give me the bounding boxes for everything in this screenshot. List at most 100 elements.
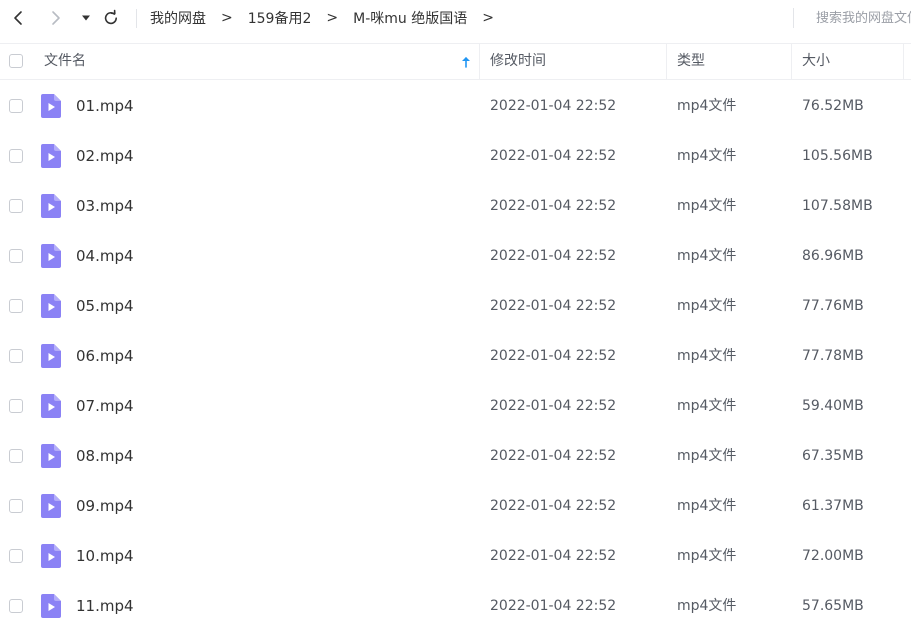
file-size: 105.56MB	[802, 148, 873, 164]
video-file-icon	[41, 394, 61, 418]
caret-down-icon	[82, 15, 90, 21]
file-size: 59.40MB	[802, 398, 864, 414]
video-file-icon	[41, 494, 61, 518]
file-name[interactable]: 09.mp4	[76, 481, 134, 531]
file-name[interactable]: 04.mp4	[76, 231, 134, 281]
breadcrumb-separator: >	[326, 10, 339, 26]
file-type: mp4文件	[677, 498, 737, 514]
file-size: 107.58MB	[802, 198, 873, 214]
refresh-button[interactable]	[100, 6, 122, 30]
arrow-up-icon[interactable]	[460, 55, 472, 69]
file-modified-time: 2022-01-04 22:52	[490, 398, 617, 414]
row-checkbox[interactable]	[9, 299, 23, 313]
file-type: mp4文件	[677, 198, 737, 214]
file-name[interactable]: 02.mp4	[76, 131, 134, 181]
column-divider[interactable]	[479, 44, 480, 79]
file-modified-time: 2022-01-04 22:52	[490, 248, 617, 264]
column-header-type[interactable]: 类型	[677, 44, 705, 79]
file-modified-time: 2022-01-04 22:52	[490, 548, 617, 564]
back-button[interactable]	[8, 6, 28, 30]
row-checkbox[interactable]	[9, 549, 23, 563]
file-type: mp4文件	[677, 548, 737, 564]
video-file-icon	[41, 94, 61, 118]
file-row[interactable]: 05.mp4 2022-01-04 22:52 mp4文件 77.76MB	[0, 281, 911, 331]
file-name[interactable]: 03.mp4	[76, 181, 134, 231]
video-file-icon	[41, 194, 61, 218]
video-file-icon	[41, 344, 61, 368]
file-modified-time: 2022-01-04 22:52	[490, 498, 617, 514]
file-size: 86.96MB	[802, 248, 864, 264]
history-dropdown-button[interactable]	[78, 6, 94, 30]
file-modified-time: 2022-01-04 22:52	[490, 98, 617, 114]
file-type: mp4文件	[677, 148, 737, 164]
row-checkbox[interactable]	[9, 449, 23, 463]
file-size: 61.37MB	[802, 498, 864, 514]
file-name[interactable]: 06.mp4	[76, 331, 134, 381]
toolbar-divider	[136, 9, 137, 28]
video-file-icon	[41, 144, 61, 168]
toolbar: 我的网盘 > 159备用2 > M-咪mu 绝版国语 >	[0, 0, 911, 36]
file-modified-time: 2022-01-04 22:52	[490, 298, 617, 314]
file-type: mp4文件	[677, 98, 737, 114]
row-checkbox[interactable]	[9, 249, 23, 263]
file-type: mp4文件	[677, 398, 737, 414]
video-file-icon	[41, 594, 61, 618]
file-type: mp4文件	[677, 348, 737, 364]
file-name[interactable]: 10.mp4	[76, 531, 134, 581]
breadcrumb-item-current[interactable]: M-咪mu 绝版国语	[353, 8, 467, 28]
video-file-icon	[41, 244, 61, 268]
row-checkbox[interactable]	[9, 349, 23, 363]
row-checkbox[interactable]	[9, 599, 23, 613]
file-row[interactable]: 06.mp4 2022-01-04 22:52 mp4文件 77.78MB	[0, 331, 911, 381]
file-name[interactable]: 08.mp4	[76, 431, 134, 481]
file-size: 77.78MB	[802, 348, 864, 364]
row-checkbox[interactable]	[9, 399, 23, 413]
column-divider[interactable]	[903, 44, 904, 79]
file-row[interactable]: 09.mp4 2022-01-04 22:52 mp4文件 61.37MB	[0, 481, 911, 531]
video-file-icon	[41, 294, 61, 318]
file-type: mp4文件	[677, 298, 737, 314]
breadcrumb-item-folder[interactable]: 159备用2	[248, 8, 312, 28]
column-divider[interactable]	[666, 44, 667, 79]
file-name[interactable]: 05.mp4	[76, 281, 134, 331]
column-header-modified[interactable]: 修改时间	[490, 44, 546, 79]
file-list: 01.mp4 2022-01-04 22:52 mp4文件 76.52MB 02…	[0, 81, 911, 631]
file-size: 72.00MB	[802, 548, 864, 564]
file-modified-time: 2022-01-04 22:52	[490, 148, 617, 164]
file-size: 77.76MB	[802, 298, 864, 314]
file-row[interactable]: 04.mp4 2022-01-04 22:52 mp4文件 86.96MB	[0, 231, 911, 281]
column-header-size[interactable]: 大小	[802, 44, 830, 79]
file-name[interactable]: 01.mp4	[76, 81, 134, 131]
file-name[interactable]: 07.mp4	[76, 381, 134, 431]
file-row[interactable]: 10.mp4 2022-01-04 22:52 mp4文件 72.00MB	[0, 531, 911, 581]
breadcrumb-item-root[interactable]: 我的网盘	[150, 8, 206, 28]
file-row[interactable]: 01.mp4 2022-01-04 22:52 mp4文件 76.52MB	[0, 81, 911, 131]
file-modified-time: 2022-01-04 22:52	[490, 448, 617, 464]
chevron-left-icon	[14, 11, 22, 25]
search-divider	[793, 8, 794, 28]
file-row[interactable]: 02.mp4 2022-01-04 22:52 mp4文件 105.56MB	[0, 131, 911, 181]
video-file-icon	[41, 444, 61, 468]
column-header-name[interactable]: 文件名	[44, 44, 86, 79]
column-divider[interactable]	[791, 44, 792, 79]
row-checkbox[interactable]	[9, 199, 23, 213]
row-checkbox[interactable]	[9, 149, 23, 163]
forward-button[interactable]	[46, 6, 66, 30]
breadcrumb-separator: >	[482, 10, 494, 26]
row-checkbox[interactable]	[9, 99, 23, 113]
refresh-icon	[104, 9, 117, 25]
breadcrumb: 我的网盘 > 159备用2 > M-咪mu 绝版国语 >	[150, 0, 509, 36]
file-type: mp4文件	[677, 448, 737, 464]
chevron-right-icon	[52, 11, 60, 25]
file-row[interactable]: 07.mp4 2022-01-04 22:52 mp4文件 59.40MB	[0, 381, 911, 431]
row-checkbox[interactable]	[9, 499, 23, 513]
file-size: 67.35MB	[802, 448, 864, 464]
file-modified-time: 2022-01-04 22:52	[490, 198, 617, 214]
file-row[interactable]: 08.mp4 2022-01-04 22:52 mp4文件 67.35MB	[0, 431, 911, 481]
file-type: mp4文件	[677, 248, 737, 264]
file-list-header: 文件名 修改时间 类型 大小	[0, 43, 911, 80]
search-input[interactable]	[808, 6, 911, 30]
select-all-checkbox[interactable]	[9, 54, 23, 68]
breadcrumb-separator: >	[221, 10, 233, 26]
file-row[interactable]: 03.mp4 2022-01-04 22:52 mp4文件 107.58MB	[0, 181, 911, 231]
